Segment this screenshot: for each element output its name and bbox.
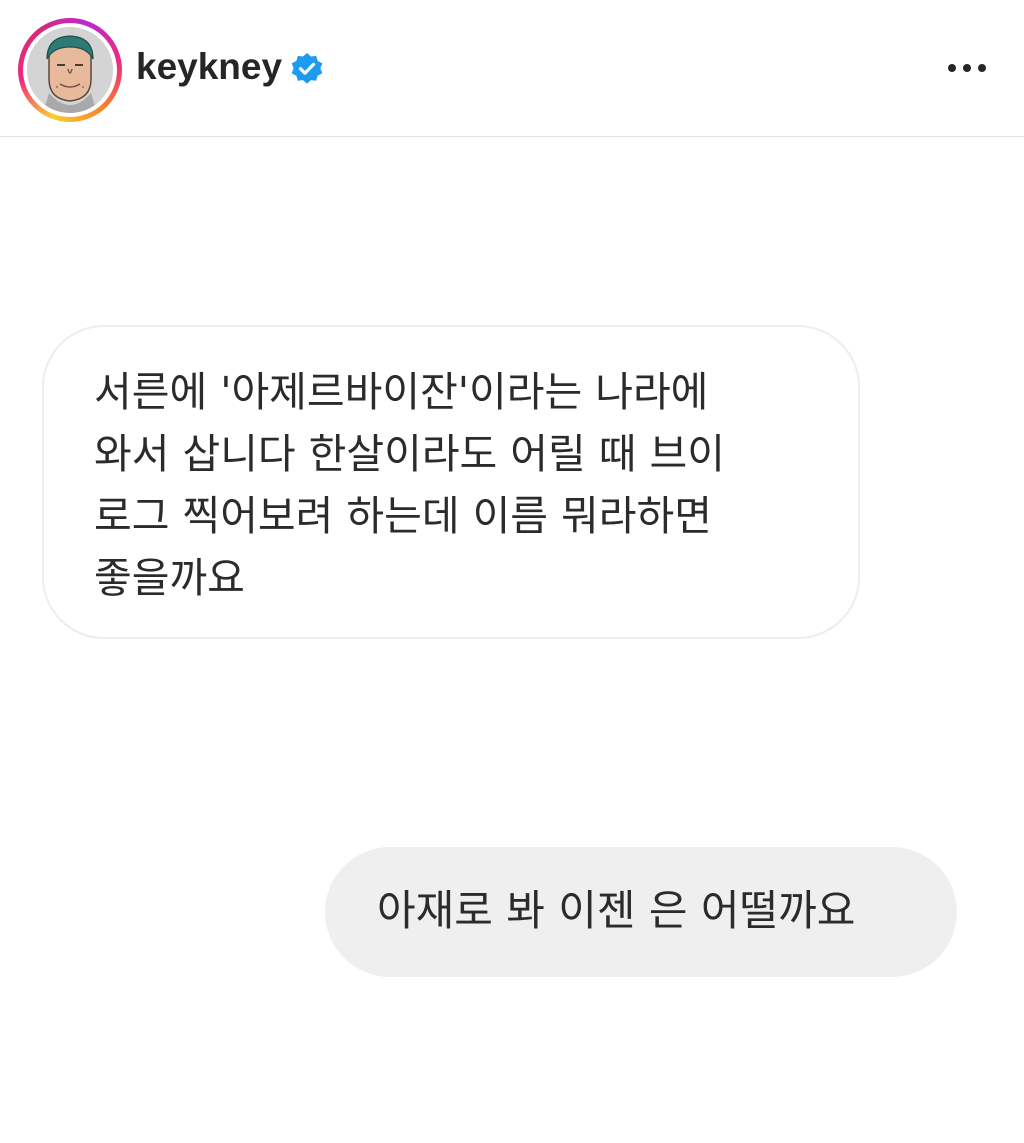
outgoing-message-bubble: 아재로 봐 이젠 은 어떨까요 (325, 847, 957, 977)
verified-badge-icon (290, 52, 324, 86)
username[interactable]: keykney (136, 44, 282, 90)
more-options-icon[interactable] (940, 48, 994, 88)
incoming-message-bubble: 서른에 '아제르바이잔'이라는 나라에 와서 삽니다 한살이라도 어릴 때 브이… (42, 325, 860, 639)
story-ring[interactable] (18, 18, 122, 122)
avatar[interactable] (27, 27, 113, 113)
post-header: keykney (0, 0, 1024, 137)
avatar-frame (23, 23, 117, 117)
cartoon-face-avatar-icon (27, 27, 113, 113)
